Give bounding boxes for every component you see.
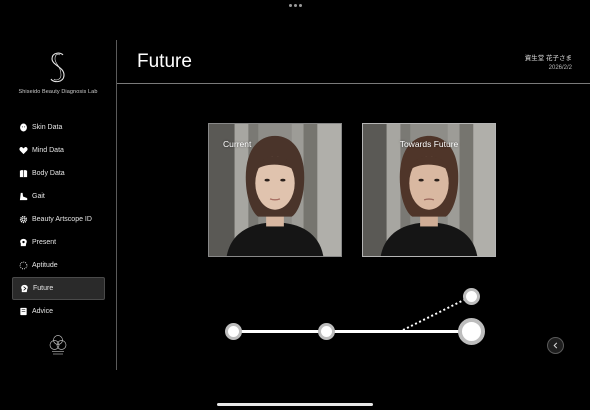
sidebar-item-label: Beauty Artscope ID [32,216,92,223]
sidebar-nav: Skin Data Mind Data Body Data Gait Beaut… [12,116,105,323]
sidebar-item-label: Body Data [32,170,65,177]
page-title: Future [137,51,192,72]
brand-name: Shiseido Beauty Diagnosis Lab [18,89,98,95]
sidebar-item-label: Gait [32,193,45,200]
dotted-circle-icon [19,261,28,270]
book-icon [19,307,28,316]
body-icon [19,169,28,178]
session-date: 2026/2/2 [548,65,572,71]
shoe-icon [19,192,28,201]
heart-icon [19,146,28,155]
current-photo: Current [208,123,342,257]
sidebar-item-skin-data[interactable]: Skin Data [12,116,105,139]
sidebar-item-body-data[interactable]: Body Data [12,162,105,185]
back-button[interactable] [547,337,564,354]
gear-icon [19,215,28,224]
sidebar-item-present[interactable]: Present [12,231,105,254]
multitasking-dots[interactable] [289,4,302,7]
home-indicator[interactable] [217,403,373,406]
sidebar-item-advice[interactable]: Advice [12,300,105,323]
sidebar-item-label: Future [33,285,54,292]
sidebar-item-label: Aptitude [32,262,58,269]
beauty-artscope-logo [49,335,67,355]
sidebar-item-beauty-artscope-id[interactable]: Beauty Artscope ID [12,208,105,231]
header-divider [117,83,590,84]
sidebar-item-label: Skin Data [32,124,63,131]
shiseido-logo [50,52,65,83]
sidebar: Shiseido Beauty Diagnosis Lab Skin Data … [0,40,117,370]
future-projection-line [402,296,471,331]
sidebar-item-label: Mind Data [32,147,64,154]
head-icon [19,238,28,247]
user-name: 資生堂 花子さま [524,55,572,62]
current-label: Current [223,139,252,149]
sidebar-item-gait[interactable]: Gait [12,185,105,208]
sidebar-item-aptitude[interactable]: Aptitude [12,254,105,277]
future-icon [20,284,29,293]
chevron-left-icon [553,342,558,349]
towards-future-label: Towards Future [399,139,459,149]
future-photo: Towards Future [362,123,496,257]
sidebar-item-future[interactable]: Future [12,277,105,300]
app-screen: Shiseido Beauty Diagnosis Lab Skin Data … [0,0,590,410]
face-icon [19,123,28,132]
timeline-step-selected[interactable] [458,318,485,345]
timeline-step-1[interactable] [225,323,242,340]
timeline-step-future[interactable] [463,288,480,305]
future-timeline-slider[interactable] [220,286,500,346]
sidebar-item-label: Advice [32,308,54,315]
sidebar-item-label: Present [32,239,57,246]
sidebar-item-mind-data[interactable]: Mind Data [12,139,105,162]
timeline-track [234,330,474,333]
timeline-step-2[interactable] [318,323,335,340]
